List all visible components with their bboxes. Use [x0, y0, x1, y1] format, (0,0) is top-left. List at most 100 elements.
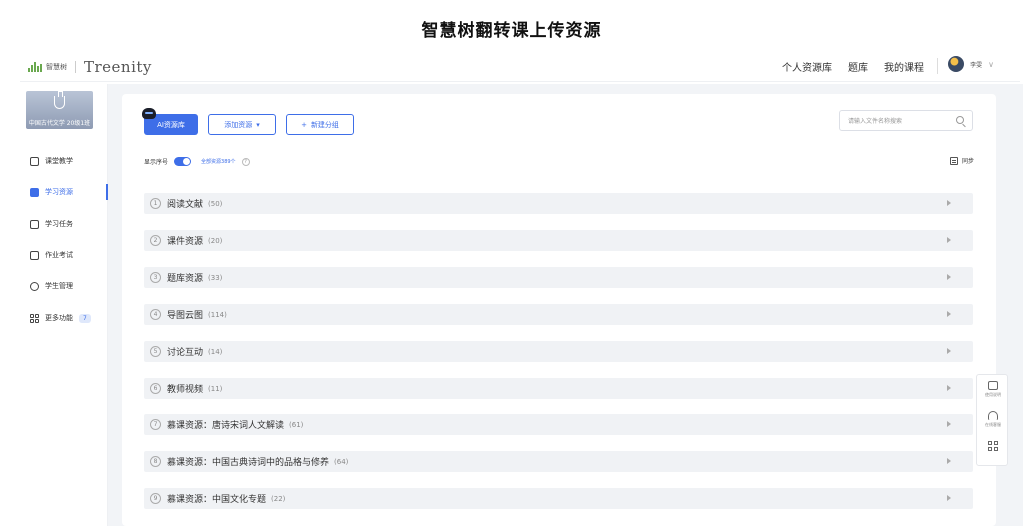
- expand-arrow-icon[interactable]: [947, 237, 951, 243]
- category-row[interactable]: 4 导图云图 (114): [144, 304, 973, 325]
- sync-button[interactable]: 同步: [949, 156, 974, 165]
- category-index: 8: [150, 456, 161, 467]
- category-count: (22): [271, 494, 286, 503]
- category-count: (61): [289, 420, 304, 429]
- expand-arrow-icon[interactable]: [947, 274, 951, 280]
- category-count: (20): [208, 236, 223, 245]
- resource-panel: AI资源库 添加资源 ▾ + 新建分组 请输入文件名称搜索 显示序号 全部资源3…: [122, 94, 996, 526]
- category-name: 题库资源: [167, 274, 204, 284]
- category-name: 讨论互动: [167, 348, 204, 358]
- category-row[interactable]: 5 讨论互动 (14): [144, 341, 973, 362]
- support-tool[interactable]: 在线客服: [977, 411, 1009, 428]
- show-index-label: 显示序号: [144, 159, 169, 166]
- grid-icon: [30, 313, 39, 323]
- help-tool-label: 使用说明: [985, 392, 1001, 397]
- category-name: 阅读文献: [167, 200, 204, 210]
- sidebar-item-tasks[interactable]: 学习任务: [20, 215, 108, 233]
- course-name: 中国古代文学 20级1班: [28, 120, 91, 127]
- expand-arrow-icon[interactable]: [947, 348, 951, 354]
- logo[interactable]: 智慧树 Treenity: [28, 58, 152, 76]
- logo-bars-icon: [28, 62, 42, 72]
- search-input[interactable]: 请输入文件名称搜索: [839, 110, 973, 131]
- sidebar-item-more[interactable]: 更多功能 7: [20, 309, 108, 327]
- sidebar: 中国古代文学 20级1班 课堂教学 学习资源 学习任务 作业考试 学生管理 更多…: [20, 84, 108, 526]
- ai-library-label: AI资源库: [157, 120, 185, 129]
- expand-arrow-icon[interactable]: [947, 495, 951, 501]
- support-tool-label: 在线客服: [985, 422, 1001, 427]
- play-icon: [30, 156, 39, 166]
- logo-en-text: Treenity: [84, 58, 152, 76]
- top-bar: 智慧树 Treenity 个人资源库 题库 我的课程 李雯 ∨: [20, 52, 1020, 82]
- logo-divider: [75, 61, 76, 73]
- exam-icon: [30, 250, 39, 260]
- task-icon: [30, 219, 39, 229]
- sidebar-item-label: 学生管理: [45, 282, 73, 290]
- category-row[interactable]: 6 教师视频 (11): [144, 378, 973, 399]
- sidebar-item-label: 作业考试: [45, 251, 73, 259]
- category-index: 3: [150, 272, 161, 283]
- category-row[interactable]: 9 慕课资源：中国文化专题 (22): [144, 488, 973, 509]
- category-count: (14): [208, 347, 223, 356]
- more-badge: 7: [79, 313, 91, 323]
- user-menu[interactable]: 李雯 ∨: [948, 56, 994, 72]
- add-resource-button[interactable]: 添加资源 ▾: [208, 114, 276, 135]
- category-name: 导图云图: [167, 311, 204, 321]
- sidebar-item-exams[interactable]: 作业考试: [20, 246, 108, 264]
- expand-arrow-icon[interactable]: [947, 421, 951, 427]
- expand-arrow-icon[interactable]: [947, 458, 951, 464]
- category-count: (11): [208, 384, 223, 393]
- expand-arrow-icon[interactable]: [947, 311, 951, 317]
- category-count: (50): [208, 199, 223, 208]
- user-name: 李雯: [970, 61, 983, 69]
- document-icon: [30, 187, 39, 197]
- sidebar-item-label: 更多功能: [45, 314, 73, 322]
- robot-icon: [142, 108, 156, 119]
- category-count: (33): [208, 273, 223, 282]
- sidebar-item-resources[interactable]: 学习资源: [20, 183, 108, 201]
- expand-arrow-icon[interactable]: [947, 200, 951, 206]
- show-index-toggle[interactable]: [174, 157, 192, 166]
- add-resource-label: 添加资源: [224, 120, 253, 129]
- category-index: 4: [150, 309, 161, 320]
- page-caption: 智慧树翻转课上传资源: [421, 21, 602, 41]
- page: 智慧树翻转课上传资源 智慧树 Treenity 个人资源库 题库 我的课程 李雯…: [0, 0, 1023, 526]
- category-name: 教师视频: [167, 385, 204, 395]
- category-row[interactable]: 1 阅读文献 (50): [144, 193, 973, 214]
- sidebar-item-classroom[interactable]: 课堂教学: [20, 152, 108, 170]
- sync-label: 同步: [961, 158, 974, 165]
- nav-my-courses[interactable]: 我的课程: [884, 59, 924, 74]
- new-group-button[interactable]: + 新建分组: [286, 114, 354, 135]
- category-count: (64): [334, 457, 349, 466]
- category-row[interactable]: 8 慕课资源：中国古典诗词中的品格与修养 (64): [144, 451, 973, 472]
- category-index: 6: [150, 383, 161, 394]
- flask-icon: [54, 91, 65, 109]
- manual-icon: [988, 381, 998, 390]
- total-resources-note: 全部资源389个: [201, 159, 236, 165]
- avatar: [948, 56, 965, 72]
- sidebar-item-students[interactable]: 学生管理: [20, 277, 108, 295]
- course-card[interactable]: 中国古代文学 20级1班: [26, 91, 93, 129]
- qr-code-icon: [988, 441, 998, 451]
- category-index: 1: [150, 198, 161, 209]
- search-icon[interactable]: [956, 116, 964, 124]
- category-name: 课件资源: [167, 237, 204, 247]
- sidebar-item-label: 课堂教学: [45, 157, 73, 165]
- category-index: 5: [150, 346, 161, 357]
- category-row[interactable]: 7 慕课资源：唐诗宋词人文解读 (61): [144, 414, 973, 435]
- category-index: 7: [150, 419, 161, 430]
- help-tool[interactable]: 使用说明: [977, 381, 1009, 398]
- sync-icon: [949, 156, 958, 165]
- qr-tool[interactable]: [977, 441, 1009, 452]
- student-icon: [30, 281, 39, 291]
- nav-question-bank[interactable]: 题库: [848, 59, 868, 74]
- category-row[interactable]: 3 题库资源 (33): [144, 267, 973, 288]
- expand-arrow-icon[interactable]: [947, 385, 951, 391]
- category-row[interactable]: 2 课件资源 (20): [144, 230, 973, 251]
- info-icon[interactable]: ?: [241, 157, 250, 166]
- category-name: 慕课资源：唐诗宋词人文解读: [167, 421, 285, 431]
- headset-icon: [988, 411, 998, 420]
- nav-personal-library[interactable]: 个人资源库: [782, 59, 832, 74]
- category-index: 2: [150, 235, 161, 246]
- chevron-down-icon: ∨: [988, 59, 994, 69]
- display-options: 显示序号 全部资源389个 ?: [144, 157, 250, 166]
